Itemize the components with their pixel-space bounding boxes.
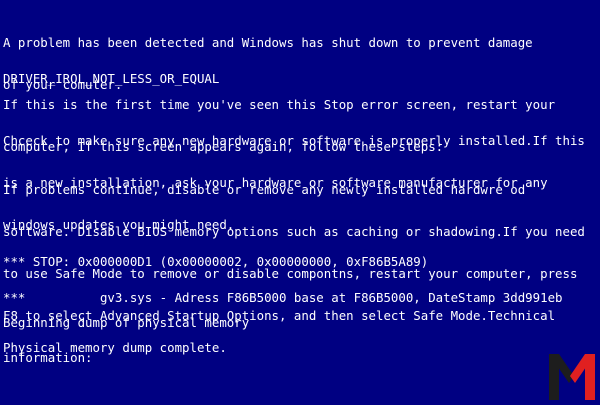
m-logo-icon	[549, 354, 595, 400]
bsod-screen: A problem has been detected and Windows …	[0, 0, 600, 405]
text-line: Chceck to make sure any new hardware or …	[3, 133, 585, 148]
text-line: If problems continue, disable or remove …	[3, 182, 526, 197]
dump-complete-line: Physical memory dump complete.	[3, 313, 599, 383]
dump-complete-text: Physical memory dump complete.	[3, 340, 227, 355]
